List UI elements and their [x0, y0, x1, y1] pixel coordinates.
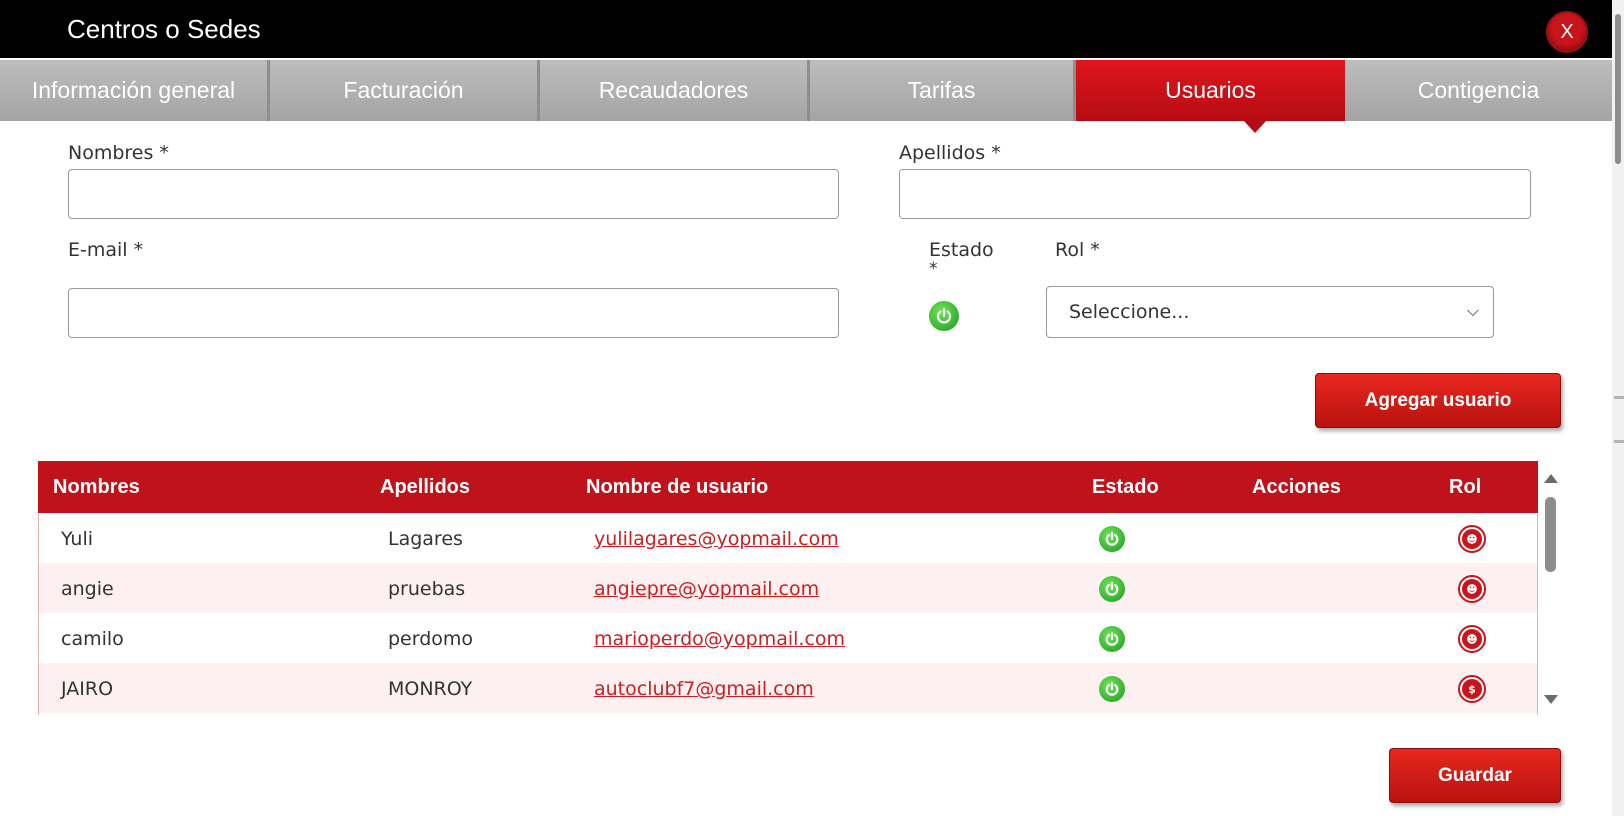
apellidos-input[interactable]: [899, 169, 1531, 219]
email-input[interactable]: [68, 288, 839, 338]
table-header: Nombres Apellidos Nombre de usuario Esta…: [38, 461, 1538, 513]
rol-select[interactable]: Seleccione... ⌵: [1046, 286, 1494, 338]
header-nombres: Nombres: [53, 476, 140, 498]
cell-nombre: angie: [61, 578, 114, 600]
money-bag-icon[interactable]: $: [1458, 675, 1486, 703]
tab-tarifas[interactable]: Tarifas: [810, 60, 1076, 121]
status-power-icon[interactable]: [1099, 526, 1125, 552]
window-title: Centros o Sedes: [67, 14, 261, 44]
cell-usuario-link[interactable]: angiepre@yopmail.com: [594, 563, 819, 613]
tab-recaudadores[interactable]: Recaudadores: [540, 60, 810, 121]
header-nombre-de-usuario: Nombre de usuario: [586, 476, 769, 498]
estado-required-mark: *: [929, 259, 938, 279]
nombres-label: Nombres *: [68, 142, 169, 164]
user-role-icon[interactable]: ☻: [1458, 575, 1486, 603]
user-role-icon[interactable]: ☻: [1458, 525, 1486, 553]
chevron-down-icon: ⌵: [1466, 301, 1479, 320]
header-apellidos: Apellidos: [380, 476, 471, 498]
header-rol: Rol: [1449, 476, 1482, 498]
nombres-input[interactable]: [68, 169, 839, 219]
save-button[interactable]: Guardar: [1389, 748, 1561, 803]
cell-apellido: MONROY: [388, 678, 473, 700]
table-row[interactable]: JAIRO MONROY autoclubf7@gmail.com $: [38, 663, 1538, 713]
status-power-icon[interactable]: [1099, 626, 1125, 652]
scrollbar-marker: [1614, 440, 1624, 443]
scrollbar-marker: [1614, 396, 1624, 399]
tab-usuarios[interactable]: Usuarios: [1076, 60, 1345, 121]
apellidos-label: Apellidos *: [899, 142, 1001, 164]
page-scrollbar-thumb[interactable]: [1615, 14, 1621, 164]
title-bar: Centros o Sedes: [0, 0, 1624, 58]
active-tab-indicator: [1244, 121, 1266, 133]
header-estado: Estado: [1092, 476, 1159, 498]
cell-apellido: pruebas: [388, 578, 466, 600]
rol-select-value: Seleccione...: [1069, 301, 1190, 323]
tab-facturacion[interactable]: Facturación: [270, 60, 540, 121]
estado-power-icon[interactable]: [929, 301, 959, 331]
cell-nombre: camilo: [61, 628, 124, 650]
status-power-icon[interactable]: [1099, 576, 1125, 602]
tab-informacion-general[interactable]: Información general: [0, 60, 270, 121]
close-button[interactable]: X: [1546, 11, 1588, 53]
add-user-button[interactable]: Agregar usuario: [1315, 373, 1561, 428]
cell-nombre: JAIRO: [61, 678, 114, 700]
rol-label: Rol *: [1055, 239, 1100, 261]
cell-usuario-link[interactable]: marioperdo@yopmail.com: [594, 613, 845, 663]
table-scrollbar-thumb[interactable]: [1545, 497, 1556, 572]
table-row[interactable]: angie pruebas angiepre@yopmail.com ☻: [38, 563, 1538, 613]
scroll-up-arrow-icon[interactable]: [1544, 474, 1558, 483]
cell-apellido: Lagares: [388, 528, 463, 550]
status-power-icon[interactable]: [1099, 676, 1125, 702]
cell-usuario-link[interactable]: yulilagares@yopmail.com: [594, 513, 839, 563]
users-table: Nombres Apellidos Nombre de usuario Esta…: [38, 461, 1538, 715]
table-border-left: [38, 513, 39, 715]
table-border-right: [1537, 513, 1538, 715]
header-acciones: Acciones: [1252, 476, 1341, 498]
table-row[interactable]: Yuli Lagares yulilagares@yopmail.com ☻: [38, 513, 1538, 563]
user-role-icon[interactable]: ☻: [1458, 625, 1486, 653]
table-row[interactable]: camilo perdomo marioperdo@yopmail.com ☻: [38, 613, 1538, 663]
cell-nombre: Yuli: [61, 528, 94, 550]
cell-usuario-link[interactable]: autoclubf7@gmail.com: [594, 663, 814, 713]
tab-bar: Información general Facturación Recaudad…: [0, 60, 1612, 121]
estado-label: Estado: [929, 239, 994, 261]
cell-apellido: perdomo: [388, 628, 474, 650]
scroll-down-arrow-icon[interactable]: [1544, 695, 1558, 704]
tab-contigencia[interactable]: Contigencia: [1345, 60, 1612, 121]
email-label: E-mail *: [68, 239, 144, 261]
